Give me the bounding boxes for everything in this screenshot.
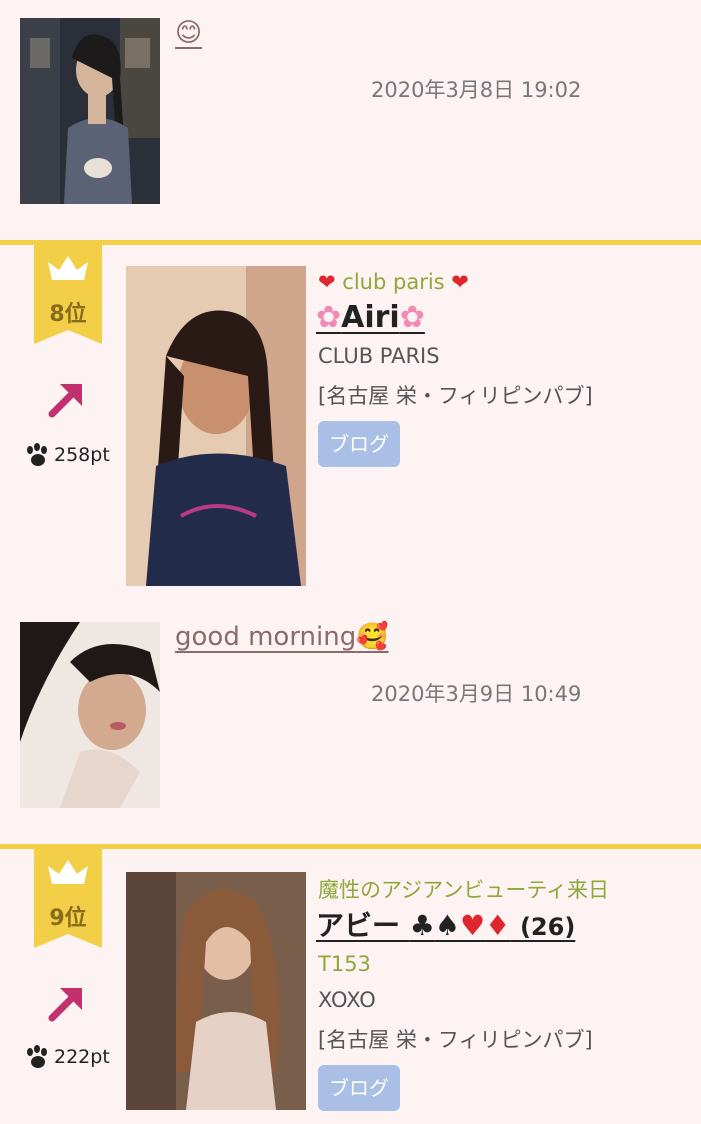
section-divider [0,240,701,245]
shop-location: [名古屋 栄・フィリピンパブ] [318,384,593,408]
rank-badge: 8位 [34,244,102,344]
cast-photo[interactable] [126,872,306,1110]
red-heart-icon: ❤ [318,270,336,294]
post-text[interactable]: good morning🥰 [175,622,389,652]
blog-button[interactable]: ブログ [318,421,400,467]
cast-tagline: ❤ club paris ❤ [318,270,469,294]
points-value: 222pt [54,1046,110,1068]
heart-suit-icon: ♥ [459,909,486,942]
trend-up-arrow-icon [48,384,82,418]
smile-icon: 😊 [175,18,203,48]
cast-name[interactable]: アビー ♣♠♥♦ (26) [316,904,575,944]
points-value: 258pt [54,444,110,466]
post-photo[interactable] [20,18,160,204]
shop-name[interactable]: CLUB PARIS [318,344,440,368]
cherry-blossom-icon: ✿ [316,300,342,335]
cast-height: T153 [318,952,371,976]
post-date: 2020年3月9日 10:49 [371,682,582,706]
blog-button[interactable]: ブログ [318,1065,400,1111]
spade-suit-icon: ♠ [434,909,460,942]
post-date: 2020年3月8日 19:02 [371,78,582,102]
cherry-blossom-icon: ✿ [399,300,425,335]
post-text[interactable]: 😊 [175,18,202,48]
section-divider [0,844,701,849]
paw-icon [27,443,47,466]
red-heart-icon: ❤ [451,270,469,294]
post-photo[interactable] [20,622,160,808]
cast-tagline: 魔性のアジアンビューティ来日 [318,878,610,902]
shop-name[interactable]: XOXO [318,988,376,1012]
cast-photo[interactable] [126,266,306,586]
shop-location: [名古屋 栄・フィリピンパブ] [318,1028,593,1052]
paw-icon [27,1045,47,1068]
diamond-suit-icon: ♦ [485,909,511,942]
cast-name[interactable]: ✿Airi✿ [316,300,425,335]
trend-up-arrow-icon [48,988,82,1022]
smiling-face-with-hearts-icon: 🥰 [356,622,389,652]
rank-badge: 9位 [34,848,102,948]
club-suit-icon: ♣ [409,909,435,942]
